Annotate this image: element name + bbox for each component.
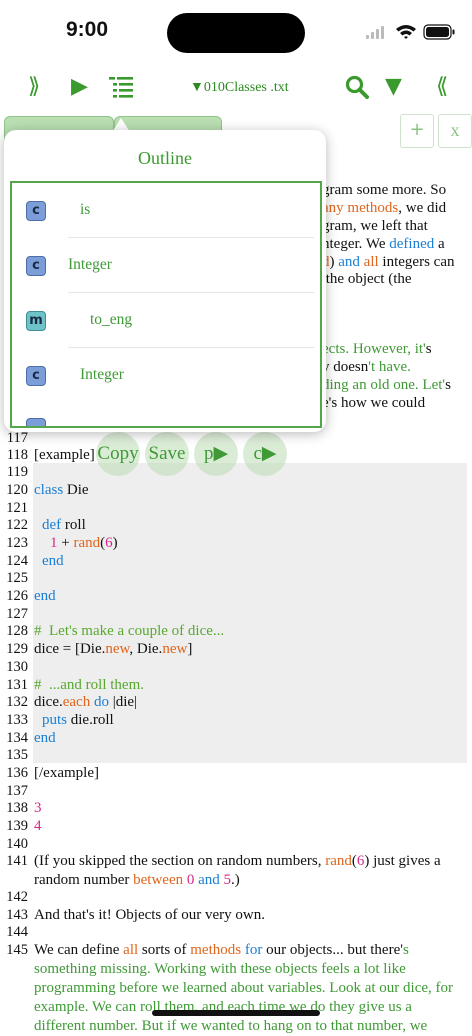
status-time: 9:00 (66, 18, 109, 41)
output-line: 3 (34, 800, 42, 816)
add-tab-button[interactable]: + (400, 114, 434, 148)
text-line: e's how we could (322, 395, 426, 411)
text-line: any methods, we did (322, 200, 447, 216)
text-line: y doesn't have. (322, 359, 411, 375)
line-number: 138 (6, 800, 28, 816)
line-number: 128 (6, 623, 28, 639)
line-number: 129 (6, 641, 28, 657)
code-line: end (42, 553, 64, 569)
line-number: 144 (6, 924, 28, 940)
code-line: [/example] (34, 765, 99, 781)
line-number: 117 (6, 430, 28, 446)
outline-item-label: to_eng (90, 311, 133, 328)
code-line: def roll (42, 517, 86, 533)
outline-list-icon[interactable] (109, 76, 133, 98)
line-number: 141 (6, 853, 28, 869)
outline-popover: Outline c is c Integer m to_eng c Intege… (4, 130, 326, 432)
paragraph: We can define all sorts of methods for o… (34, 942, 454, 1034)
line-number: 120 (6, 482, 28, 498)
copy-button[interactable]: Copy (96, 432, 140, 476)
output-line: 4 (34, 818, 42, 834)
status-icons (366, 24, 455, 40)
line-number: 132 (6, 694, 28, 710)
method-icon: m (26, 311, 46, 331)
file-title-dropdown[interactable]: ▼010Classes .txt (190, 80, 289, 96)
line-number: 136 (6, 765, 28, 781)
outline-item-label: Integer (68, 256, 112, 273)
outline-item[interactable]: c Integer (12, 348, 320, 403)
code-line: end (34, 730, 56, 746)
cellular-signal-icon (366, 26, 384, 39)
text-line: the object (the (322, 271, 412, 287)
status-bar: 9:00 (0, 0, 472, 64)
line-number: 139 (6, 818, 28, 834)
outline-item-label: Integer (80, 366, 124, 383)
paragraph: (If you skipped the section on random nu… (34, 853, 441, 888)
line-number: 121 (6, 500, 28, 516)
line-number: 122 (6, 517, 28, 533)
text-line: gram, we left that (322, 218, 428, 234)
code-comment: # Let's make a couple of dice... (34, 623, 225, 639)
home-indicator (152, 1010, 320, 1016)
dropdown-down-button[interactable]: ▼ (385, 74, 402, 99)
line-number: 124 (6, 553, 28, 569)
outline-list[interactable]: c is c Integer m to_eng c Integer (10, 181, 322, 428)
line-number: 134 (6, 730, 28, 746)
wifi-icon (396, 25, 416, 39)
class-icon: c (26, 256, 46, 276)
outline-item[interactable]: m to_eng (12, 293, 320, 348)
code-line: class Die (34, 482, 89, 498)
line-number: 118 (6, 447, 28, 463)
code-line: end (34, 588, 56, 604)
line-number: 145 (6, 942, 28, 958)
outline-item[interactable]: c is (12, 183, 320, 238)
code-line: puts die.roll (42, 712, 114, 728)
line-number: 131 (6, 677, 28, 693)
line-number: 140 (6, 836, 28, 852)
text-line: ects. However, it's (322, 341, 432, 357)
line-number: 137 (6, 783, 28, 799)
toolbar: ⟫ ▶ ▼010Classes .txt ▼ ⟪ (0, 64, 472, 114)
line-number: 126 (6, 588, 28, 604)
save-button[interactable]: Save (145, 432, 189, 476)
class-icon: c (26, 201, 46, 221)
run-p-button[interactable]: p▶ (194, 432, 238, 476)
class-icon: c (26, 366, 46, 386)
line-number: 125 (6, 570, 28, 586)
sidebar-toggle-left-button[interactable]: ⟫ (28, 74, 40, 99)
line-number: 143 (6, 907, 28, 923)
line-number: 135 (6, 747, 28, 763)
text-line: ding an old one. Let's (322, 377, 451, 393)
line-number: 127 (6, 606, 28, 622)
outline-item-partial[interactable] (12, 413, 320, 426)
code-line: dice = [Die.new, Die.new] (34, 641, 193, 657)
run-button[interactable]: ▶ (71, 74, 88, 99)
line-number: 130 (6, 659, 28, 675)
outline-item[interactable]: c Integer (12, 238, 320, 293)
class-icon (26, 418, 46, 426)
line-number: 142 (6, 889, 28, 905)
line-number: 123 (6, 535, 28, 551)
dynamic-island (167, 13, 305, 53)
paragraph: And that's it! Objects of our very own. (34, 907, 265, 923)
text-line: nteger. We defined a (322, 236, 445, 252)
sidebar-toggle-right-button[interactable]: ⟪ (436, 74, 448, 99)
code-line: dice.each do |die| (34, 694, 138, 710)
search-icon[interactable] (345, 75, 369, 99)
battery-icon (423, 24, 455, 40)
text-line: gram some more. So (322, 182, 447, 198)
line-number: 133 (6, 712, 28, 728)
outline-item-label: is (80, 201, 91, 218)
outline-title: Outline (138, 148, 192, 168)
line-number: 119 (6, 464, 28, 480)
code-line: 1 + rand(6) (50, 535, 118, 551)
close-tab-button[interactable]: x (438, 114, 472, 148)
run-c-button[interactable]: c▶ (243, 432, 287, 476)
